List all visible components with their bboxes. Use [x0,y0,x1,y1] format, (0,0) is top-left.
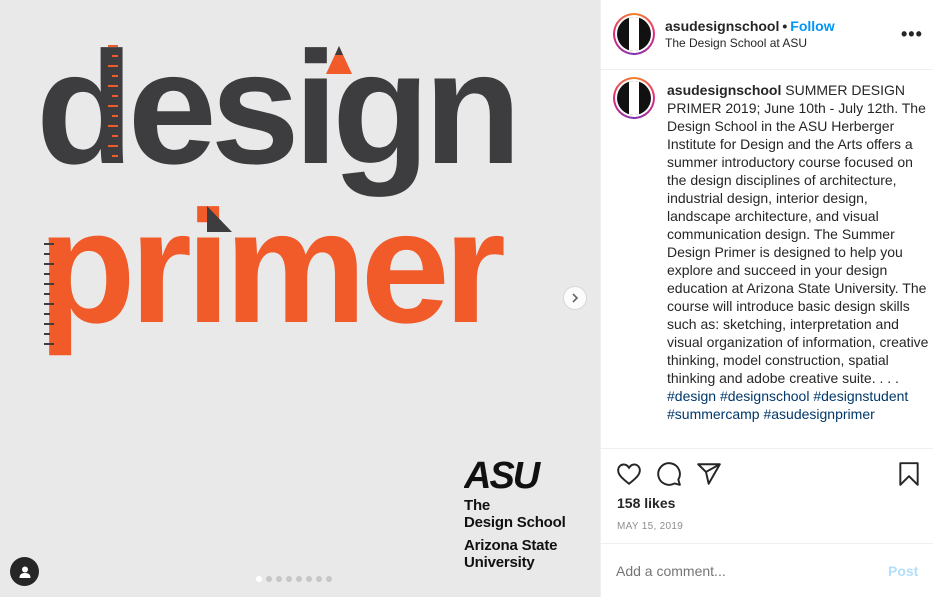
header-location[interactable]: The Design School at ASU [665,36,807,50]
school-line-1: The [464,497,491,514]
carousel-dot [286,576,292,582]
post-details-panel: asudesignschool • Follow The Design School… [600,0,933,597]
univ-line-2: University [464,554,535,571]
univ-line-1: Arizona State [464,537,558,554]
follow-button[interactable]: Follow [790,18,834,34]
asu-logo-text: ASU [464,456,542,492]
post-comment-button[interactable]: Post [888,563,918,579]
post-date: MAY 15, 2019 [617,521,684,532]
hashtag-link[interactable]: #summercamp [667,406,760,422]
tagged-users-button[interactable] [10,557,39,586]
bookmark-icon[interactable] [896,461,922,487]
header-separator: • [782,18,788,34]
asu-logo: ASU [463,455,548,497]
comment-bar: Post [601,543,933,597]
hashtag-link[interactable]: #asudesignprimer [763,406,874,422]
caption-section: asudesignschool SUMMER DESIGN PRIMER 201… [601,71,933,448]
carousel-indicators [256,576,332,582]
chevron-right-icon [572,293,579,303]
caption-body: SUMMER DESIGN PRIMER 2019; June 10th - J… [667,82,929,386]
share-icon[interactable] [696,461,722,487]
user-icon [19,566,30,578]
school-line-2: Design School [464,514,566,531]
comment-icon[interactable] [656,461,682,487]
post-media[interactable]: design primer ASU The Design School Ariz… [0,0,600,597]
artwork-line-primer: primer [38,177,504,356]
caption-avatar[interactable] [613,77,655,119]
header-username[interactable]: asudesignschool [665,18,779,34]
profile-avatar[interactable] [613,13,655,55]
carousel-dot [306,576,312,582]
post-header: asudesignschool • Follow The Design School… [601,0,933,70]
hashtag-link[interactable]: #design [667,388,716,404]
carousel-dot [296,576,302,582]
caption-hashtags: #design #designschool #designstudent #su… [667,388,908,422]
post-actions: 158 likes MAY 15, 2019 Post [601,448,933,597]
carousel-next-button[interactable] [563,286,587,310]
hashtag-link[interactable]: #designstudent [813,388,908,404]
more-options-button[interactable]: ••• [901,24,923,45]
header-user-line: asudesignschool • Follow [665,18,835,34]
asu-school-name: The Design School Arizona State Universi… [464,497,566,571]
likes-count[interactable]: 158 likes [617,495,675,511]
hashtag-link[interactable]: #designschool [720,388,810,404]
carousel-dot [316,576,322,582]
caption-text-block: asudesignschool SUMMER DESIGN PRIMER 201… [667,81,929,423]
carousel-dot [276,576,282,582]
caption-username[interactable]: asudesignschool [667,82,781,98]
instagram-post-modal: design primer ASU The Design School Ariz… [0,0,933,597]
profile-logo-icon [617,17,651,51]
profile-logo-icon [617,81,651,115]
carousel-dot [326,576,332,582]
heart-icon[interactable] [616,461,642,487]
artwork-line-design: design [36,18,516,197]
carousel-dot [256,576,262,582]
carousel-dot [266,576,272,582]
comment-input[interactable] [616,563,856,579]
